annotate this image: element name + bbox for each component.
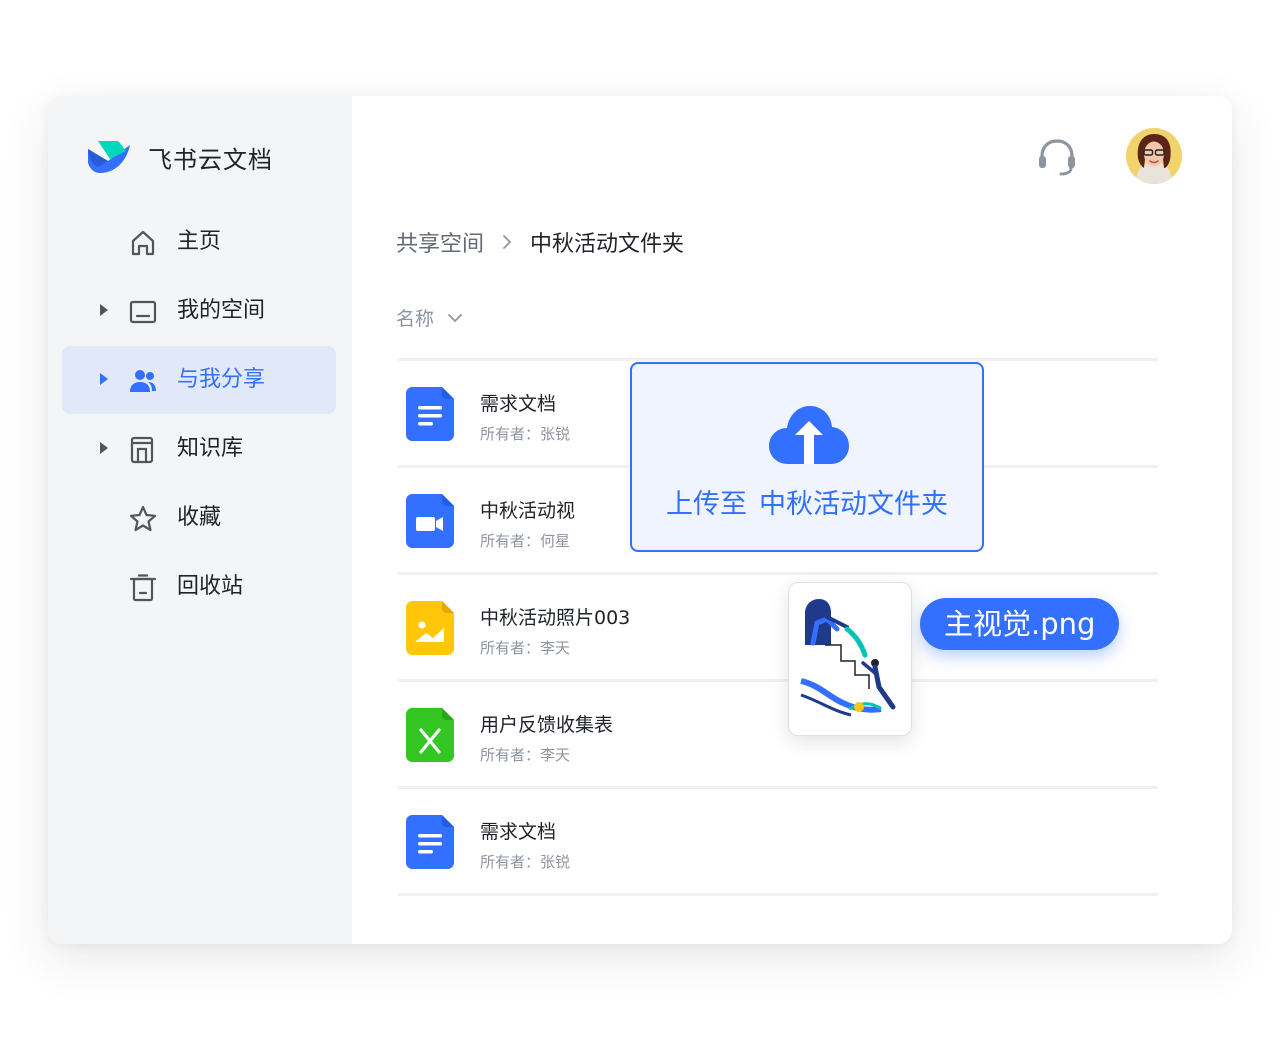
file-name: 中秋活动照片003 — [480, 607, 631, 629]
sidebar-item-trash[interactable]: 回收站 — [62, 553, 336, 621]
upload-target-text: 上传至 中秋活动文件夹 — [632, 482, 982, 521]
file-name: 用户反馈收集表 — [480, 714, 614, 736]
app-title: 飞书云文档 — [148, 145, 273, 174]
file-owner: 所有者：何星 — [480, 532, 571, 550]
file-owner: 所有者：李天 — [480, 639, 571, 657]
breadcrumb-item-shared-space[interactable]: 共享空间 — [396, 226, 484, 258]
sidebar-item-favorites[interactable]: 收藏 — [62, 484, 336, 552]
sidebar-item-my-space[interactable]: 我的空间 — [62, 277, 336, 345]
sort-by-name-button[interactable]: 名称 — [396, 304, 464, 331]
home-icon — [131, 230, 155, 256]
sidebar-item-home[interactable]: 主页 — [62, 208, 336, 276]
sidebar-item-label: 我的空间 — [177, 298, 266, 323]
file-name: 中秋活动视 — [480, 500, 576, 522]
dragged-file-name-badge: 主视觉.png — [920, 598, 1120, 650]
doc-file-icon — [406, 387, 454, 441]
sidebar-item-label: 知识库 — [177, 436, 244, 461]
upload-drop-zone[interactable]: 上传至 中秋活动文件夹 — [630, 362, 984, 552]
brand[interactable]: 飞书云文档 — [86, 134, 273, 180]
cloud-upload-icon — [769, 406, 849, 464]
library-icon — [130, 436, 154, 464]
avatar[interactable] — [1126, 128, 1182, 184]
divider — [398, 893, 1158, 896]
upload-prefix: 上传至 — [666, 489, 747, 520]
expand-caret-icon[interactable] — [100, 442, 108, 454]
sidebar: 飞书云文档 主页 我的空间 与我分享 知识库 收藏 回收站 — [48, 96, 352, 944]
sidebar-item-knowledge-base[interactable]: 知识库 — [62, 415, 336, 483]
star-icon — [129, 505, 157, 532]
breadcrumb-current: 中秋活动文件夹 — [530, 232, 685, 257]
sidebar-item-shared-with-me[interactable]: 与我分享 — [62, 346, 336, 414]
dragged-file-thumbnail[interactable] — [788, 582, 912, 736]
file-name: 需求文档 — [480, 393, 557, 415]
folder-icon — [129, 300, 157, 324]
sidebar-item-label: 回收站 — [177, 574, 244, 599]
users-icon — [130, 370, 156, 392]
file-row[interactable]: 用户反馈收集表 所有者：李天 — [398, 682, 1158, 786]
trash-icon — [129, 574, 157, 602]
illustration-image — [800, 599, 896, 717]
upload-folder-name: 中秋活动文件夹 — [759, 489, 948, 520]
feishu-logo-icon — [88, 141, 130, 173]
user-photo-icon — [1126, 128, 1182, 184]
chevron-right-icon — [503, 235, 511, 249]
file-name: 需求文档 — [480, 821, 557, 843]
doc-file-icon — [406, 815, 454, 869]
sidebar-item-label: 收藏 — [177, 505, 222, 530]
sidebar-item-label: 主页 — [177, 229, 222, 254]
file-owner: 所有者：张锐 — [480, 853, 571, 871]
breadcrumb: 共享空间 中秋活动文件夹 — [396, 224, 684, 260]
sidebar-item-label: 与我分享 — [177, 367, 266, 392]
main-content: 共享空间 中秋活动文件夹 名称 需求文档 所有者：张锐 中秋活动视 所有者：何星… — [352, 96, 1232, 944]
file-owner: 所有者：张锐 — [480, 425, 571, 443]
image-file-icon — [406, 601, 454, 655]
expand-caret-icon[interactable] — [100, 304, 108, 316]
headset-icon[interactable] — [1034, 134, 1080, 180]
file-row[interactable]: 需求文档 所有者：张锐 — [398, 789, 1158, 893]
chevron-down-icon — [448, 313, 462, 322]
sheet-file-icon — [406, 708, 454, 762]
sort-label: 名称 — [396, 308, 435, 330]
video-file-icon — [406, 494, 454, 548]
file-owner: 所有者：李天 — [480, 746, 571, 764]
app-window: 飞书云文档 主页 我的空间 与我分享 知识库 收藏 回收站 共享空间 中秋活动文… — [48, 96, 1232, 944]
expand-caret-icon[interactable] — [100, 373, 108, 385]
